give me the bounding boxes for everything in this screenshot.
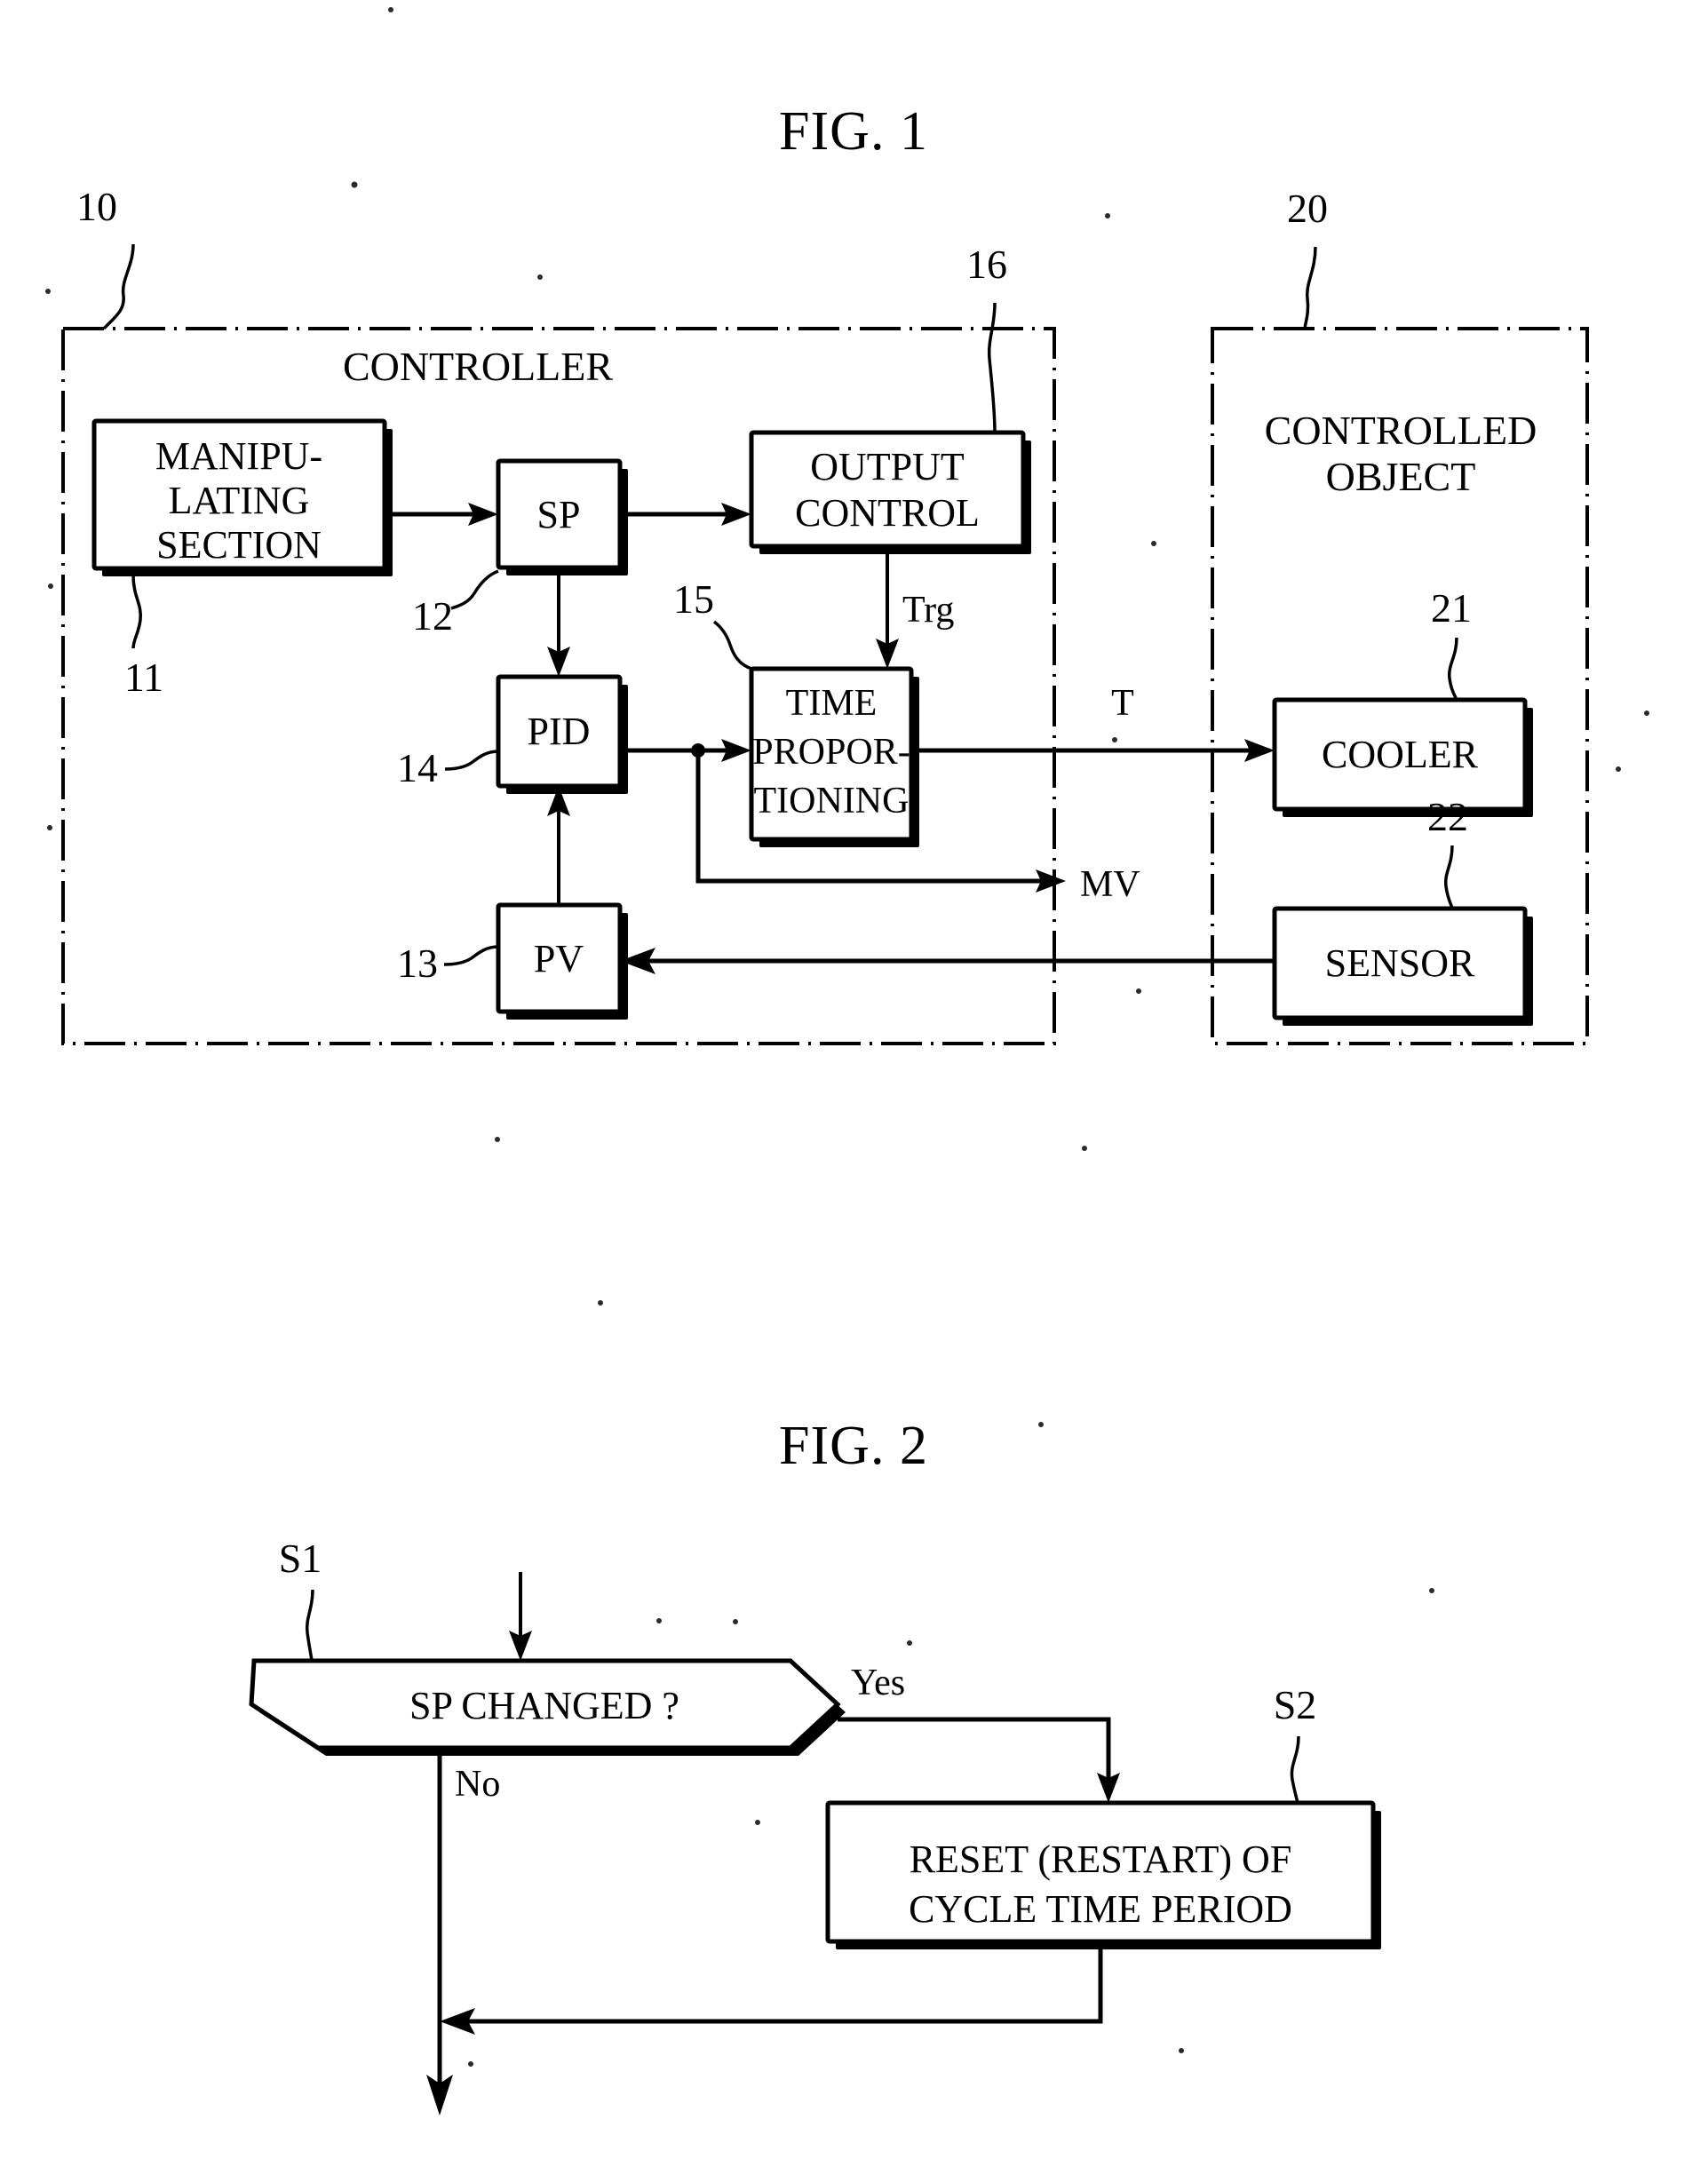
- ref-13-leader: [443, 945, 499, 966]
- pv-label: PV: [534, 937, 584, 980]
- block-cooler: COOLER: [1272, 697, 1533, 817]
- figure-2-title: FIG. 2: [779, 1416, 928, 1476]
- ref-14-label: 14: [397, 745, 438, 790]
- block-output-control: OUTPUT CONTROL: [749, 430, 1031, 554]
- ref-21-label: 21: [1431, 585, 1472, 631]
- trg-signal-label: Trg: [902, 590, 954, 631]
- ref-10-label: 10: [76, 184, 117, 229]
- block-pv: PV: [496, 902, 628, 1020]
- connector-sp-to-pid: [547, 568, 570, 677]
- block-sensor: SENSOR: [1272, 906, 1533, 1026]
- time-proportioning-line3: TIONING: [754, 781, 910, 822]
- s2-action-line1: RESET (RESTART) OF: [910, 1838, 1292, 1881]
- ref-14-leader: [444, 750, 499, 771]
- ref-20-leader: [1303, 246, 1317, 329]
- block-time-proportioning: TIME PROPOR- TIONING: [749, 666, 919, 847]
- patent-drawing-sheet: FIG. 1 CONTROLLER 10 CONTROLLED OBJECT 2…: [0, 0, 1708, 2159]
- connector-t-to-cooler: T: [911, 683, 1275, 762]
- ref-15-leader: [712, 620, 752, 671]
- ref-12-leader: [450, 569, 499, 610]
- ref-10-leader: [102, 243, 135, 330]
- time-proportioning-line2: PROPOR-: [752, 732, 910, 773]
- output-control-line1: OUTPUT: [810, 445, 965, 488]
- flow-exit-arrow: [426, 2021, 453, 2115]
- s1-condition-label: SP CHANGED ?: [409, 1684, 679, 1727]
- ref-13-label: 13: [397, 941, 438, 986]
- sp-label: SP: [537, 493, 581, 536]
- ref-22-leader: [1443, 845, 1454, 909]
- s2-action-line2: CYCLE TIME PERIOD: [909, 1887, 1292, 1931]
- connector-sensor-to-pv: [620, 948, 1275, 974]
- flow-entry-arrow: [509, 1572, 532, 1661]
- flow-step-s1: SP CHANGED ?: [249, 1658, 846, 1756]
- ref-16-leader: [987, 302, 997, 433]
- t-signal-label: T: [1111, 683, 1134, 724]
- output-control-line2: CONTROL: [795, 491, 980, 535]
- cooler-label: COOLER: [1322, 733, 1479, 776]
- ref-s1-leader: [305, 1589, 314, 1662]
- sensor-label: SENSOR: [1325, 941, 1475, 985]
- block-manipulating-section: MANIPU- LATING SECTION: [91, 418, 393, 576]
- pid-label: PID: [528, 710, 591, 753]
- connector-pid-to-time-proportioning: [620, 739, 751, 762]
- ref-15-label: 15: [673, 576, 714, 622]
- mv-signal-label: MV: [1080, 864, 1140, 905]
- manipulating-section-line3: SECTION: [156, 523, 322, 567]
- connector-sp-to-output-control: [620, 503, 751, 526]
- flow-merge-path: [440, 1941, 1103, 2035]
- time-proportioning-line1: TIME: [786, 683, 878, 724]
- controlled-object-label-line1: CONTROLLED: [1265, 408, 1537, 453]
- connector-trg: Trg: [876, 546, 954, 669]
- block-sp: SP: [496, 458, 628, 575]
- manipulating-section-line2: LATING: [169, 479, 310, 522]
- connector-pv-to-pid: [547, 786, 570, 905]
- controlled-object-label-line2: OBJECT: [1326, 454, 1476, 499]
- figure-1-title: FIG. 1: [779, 101, 928, 162]
- flow-branch-no: No: [437, 1748, 500, 2021]
- ref-12-label: 12: [412, 593, 453, 639]
- connector-manipulating-to-sp: [385, 503, 498, 526]
- ref-s2-leader: [1290, 1735, 1300, 1804]
- ref-22-label: 22: [1427, 794, 1468, 839]
- block-pid: PID: [496, 674, 628, 794]
- controller-group-label: CONTROLLER: [343, 344, 613, 389]
- scan-speckles: [45, 7, 1649, 2067]
- ref-s2-label: S2: [1274, 1682, 1317, 1727]
- yes-branch-label: Yes: [851, 1663, 905, 1703]
- ref-21-leader: [1448, 637, 1458, 701]
- flow-step-s2: RESET (RESTART) OF CYCLE TIME PERIOD: [825, 1800, 1381, 1949]
- no-branch-label: No: [455, 1764, 500, 1805]
- ref-11-label: 11: [124, 655, 163, 700]
- manipulating-section-line1: MANIPU-: [155, 434, 322, 478]
- ref-20-label: 20: [1287, 186, 1328, 231]
- ref-11-leader: [131, 575, 142, 649]
- ref-16-label: 16: [966, 242, 1007, 287]
- flow-branch-yes: Yes: [838, 1663, 1120, 1803]
- ref-s1-label: S1: [279, 1536, 322, 1581]
